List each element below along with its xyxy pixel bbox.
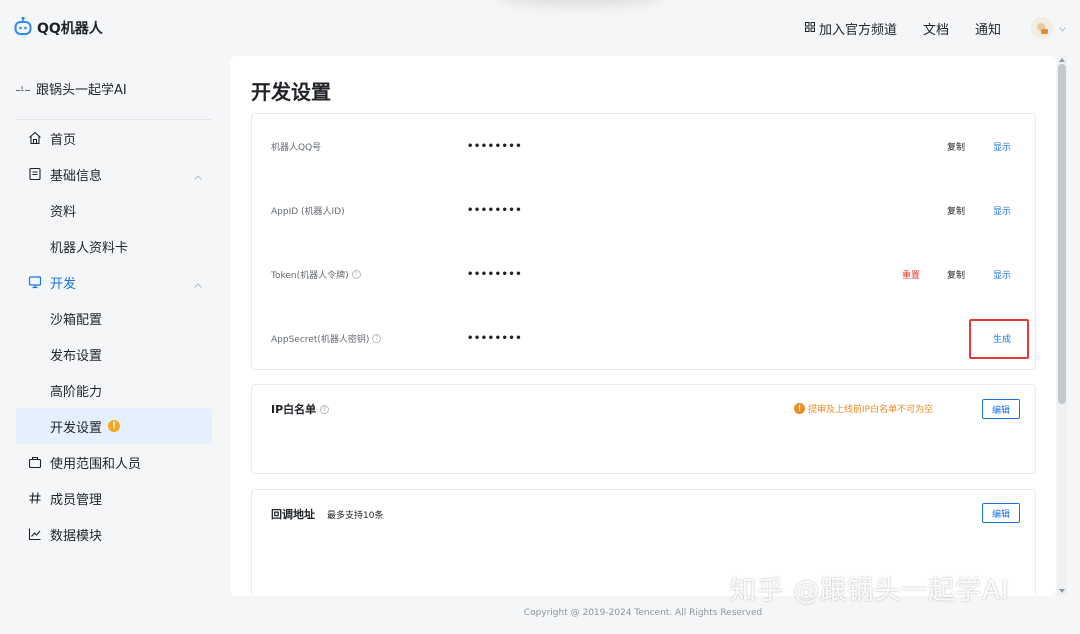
account-switcher[interactable]: 跟锅头一起学AI (16, 72, 212, 120)
chevron-up-icon (194, 169, 202, 184)
callback-title: 回调地址 (271, 508, 315, 521)
top-bar: QQ机器人 加入官方频道 文档 通知 (0, 0, 1080, 56)
top-nav: 加入官方频道 文档 通知 (804, 17, 1066, 39)
sidebar-item-label: 开发设置 (50, 420, 103, 436)
copy-qq-button[interactable]: 复制 (947, 140, 965, 153)
sidebar-item-sandbox[interactable]: 沙箱配置 (16, 300, 212, 336)
sidebar-item-data[interactable]: 数据模块 (16, 516, 212, 552)
copy-token-button[interactable]: 复制 (947, 268, 965, 281)
monitor-icon (28, 275, 42, 289)
notice-link[interactable]: 通知 (975, 19, 1001, 38)
sidebar-item-label: 沙箱配置 (50, 312, 103, 328)
sidebar-item-label: 发布设置 (50, 348, 103, 364)
sidebar-item-dev-settings[interactable]: 开发设置 ! (16, 408, 212, 444)
token-row: Token(机器人令牌) ? •••••••• 重置 复制 显示 (252, 264, 1037, 284)
secret-row: AppSecret(机器人密钥) ? •••••••• 生成 (252, 328, 1037, 348)
scroll-down-icon[interactable] (1059, 589, 1065, 593)
qq-number-label: 机器人QQ号 (271, 142, 322, 153)
help-icon[interactable]: ? (372, 333, 382, 343)
warning-text: 提审及上线前IP白名单不可为空 (808, 405, 934, 415)
edit-ip-whitelist-button[interactable]: 编辑 (982, 399, 1020, 419)
reset-token-button[interactable]: 重置 (902, 268, 920, 281)
scrollbar-thumb[interactable] (1058, 64, 1066, 404)
main-scrollbar[interactable] (1057, 56, 1067, 596)
bag-icon (28, 455, 42, 469)
ip-whitelist-title: IP白名单 (271, 403, 317, 416)
token-label: Token(机器人令牌) (271, 270, 349, 281)
secret-label-wrap: AppSecret(机器人密钥) ? (271, 332, 382, 345)
secret-label: AppSecret(机器人密钥) (271, 334, 370, 345)
sidebar-item-label: 开发 (50, 276, 77, 292)
secret-value: •••••••• (467, 332, 523, 344)
ip-whitelist-card: IP白名单 ? ! 提审及上线前IP白名单不可为空 编辑 (251, 384, 1036, 474)
token-value: •••••••• (467, 268, 523, 280)
sidebar: 跟锅头一起学AI 首页 基础信息 资料 机器人资料卡 开发 沙箱配置 发布设置 … (0, 56, 228, 634)
user-menu[interactable] (1031, 17, 1066, 39)
account-name: 跟锅头一起学AI (36, 83, 127, 98)
document-icon (28, 167, 42, 181)
sidebar-item-home[interactable]: 首页 (16, 120, 212, 156)
sidebar-item-members[interactable]: 成员管理 (16, 480, 212, 516)
qq-number-value: •••••••• (467, 140, 523, 152)
sidebar-item-profile[interactable]: 资料 (16, 192, 212, 228)
appid-row: AppID (机器人ID) •••••••• 复制 显示 (252, 200, 1037, 220)
copyright-footer: Copyright @ 2019-2024 Tencent. All Right… (523, 608, 763, 618)
notice-label: 通知 (974, 22, 1001, 38)
brand-name: QQ机器人 (37, 21, 103, 37)
sidebar-item-scope[interactable]: 使用范围和人员 (16, 444, 212, 480)
sidebar-item-label: 高阶能力 (50, 384, 103, 400)
show-appid-button[interactable]: 显示 (993, 204, 1011, 217)
chevron-down-icon (1059, 21, 1066, 36)
sidebar-item-publish[interactable]: 发布设置 (16, 336, 212, 372)
ip-whitelist-warning: ! 提审及上线前IP白名单不可为空 (794, 402, 933, 415)
watermark: 知乎 @跟锅头一起学AI (730, 576, 1010, 606)
account-icon (16, 81, 30, 96)
brand-logo[interactable]: QQ机器人 (14, 16, 103, 40)
sidebar-item-label: 首页 (50, 132, 77, 148)
join-channel-label: 加入官方频道 (818, 22, 897, 38)
warning-icon: ! (794, 403, 805, 414)
show-qq-button[interactable]: 显示 (993, 140, 1011, 153)
chart-line-icon (28, 527, 42, 541)
help-icon[interactable]: ? (320, 404, 330, 414)
copy-appid-button[interactable]: 复制 (947, 204, 965, 217)
appid-label: AppID (机器人ID) (271, 206, 345, 217)
help-icon[interactable]: ? (351, 269, 361, 279)
callback-title-wrap: 回调地址 最多支持10条 (271, 506, 383, 522)
sidebar-item-label: 基础信息 (50, 168, 103, 184)
main-panel: 开发设置 机器人QQ号 •••••••• 复制 显示 AppID (机器人ID)… (230, 56, 1056, 596)
sidebar-item-dev[interactable]: 开发 (16, 264, 212, 300)
credentials-card: 机器人QQ号 •••••••• 复制 显示 AppID (机器人ID) ••••… (251, 113, 1036, 370)
page-title: 开发设置 (251, 80, 331, 104)
avatar (1031, 17, 1053, 39)
sidebar-item-advanced[interactable]: 高阶能力 (16, 372, 212, 408)
scroll-up-icon[interactable] (1059, 58, 1065, 62)
hash-icon (28, 491, 42, 505)
ip-whitelist-title-wrap: IP白名单 ? (271, 401, 330, 417)
sidebar-item-label: 数据模块 (50, 528, 103, 544)
sidebar-item-label: 机器人资料卡 (50, 240, 129, 256)
home-icon (28, 131, 42, 145)
sidebar-item-bot-card[interactable]: 机器人资料卡 (16, 228, 212, 264)
token-label-wrap: Token(机器人令牌) ? (271, 268, 361, 281)
edit-callback-button[interactable]: 编辑 (982, 503, 1020, 523)
callback-subtitle: 最多支持10条 (327, 510, 384, 521)
sidebar-item-label: 使用范围和人员 (50, 456, 142, 472)
appid-value: •••••••• (467, 204, 523, 216)
chevron-up-icon (194, 277, 202, 292)
sidebar-menu: 首页 基础信息 资料 机器人资料卡 开发 沙箱配置 发布设置 高阶能力 开发设置… (16, 120, 212, 552)
warning-badge: ! (108, 420, 121, 432)
sidebar-item-basic-info[interactable]: 基础信息 (16, 156, 212, 192)
show-token-button[interactable]: 显示 (993, 268, 1011, 281)
qq-number-row: 机器人QQ号 •••••••• 复制 显示 (252, 136, 1037, 156)
sidebar-item-label: 成员管理 (50, 492, 103, 508)
highlight-annotation (969, 319, 1029, 359)
docs-label: 文档 (922, 22, 949, 38)
join-channel-link[interactable]: 加入官方频道 (804, 19, 897, 38)
docs-link[interactable]: 文档 (923, 19, 949, 38)
robot-icon (14, 16, 32, 40)
sidebar-item-label: 资料 (50, 204, 77, 220)
grid-icon (804, 21, 815, 36)
